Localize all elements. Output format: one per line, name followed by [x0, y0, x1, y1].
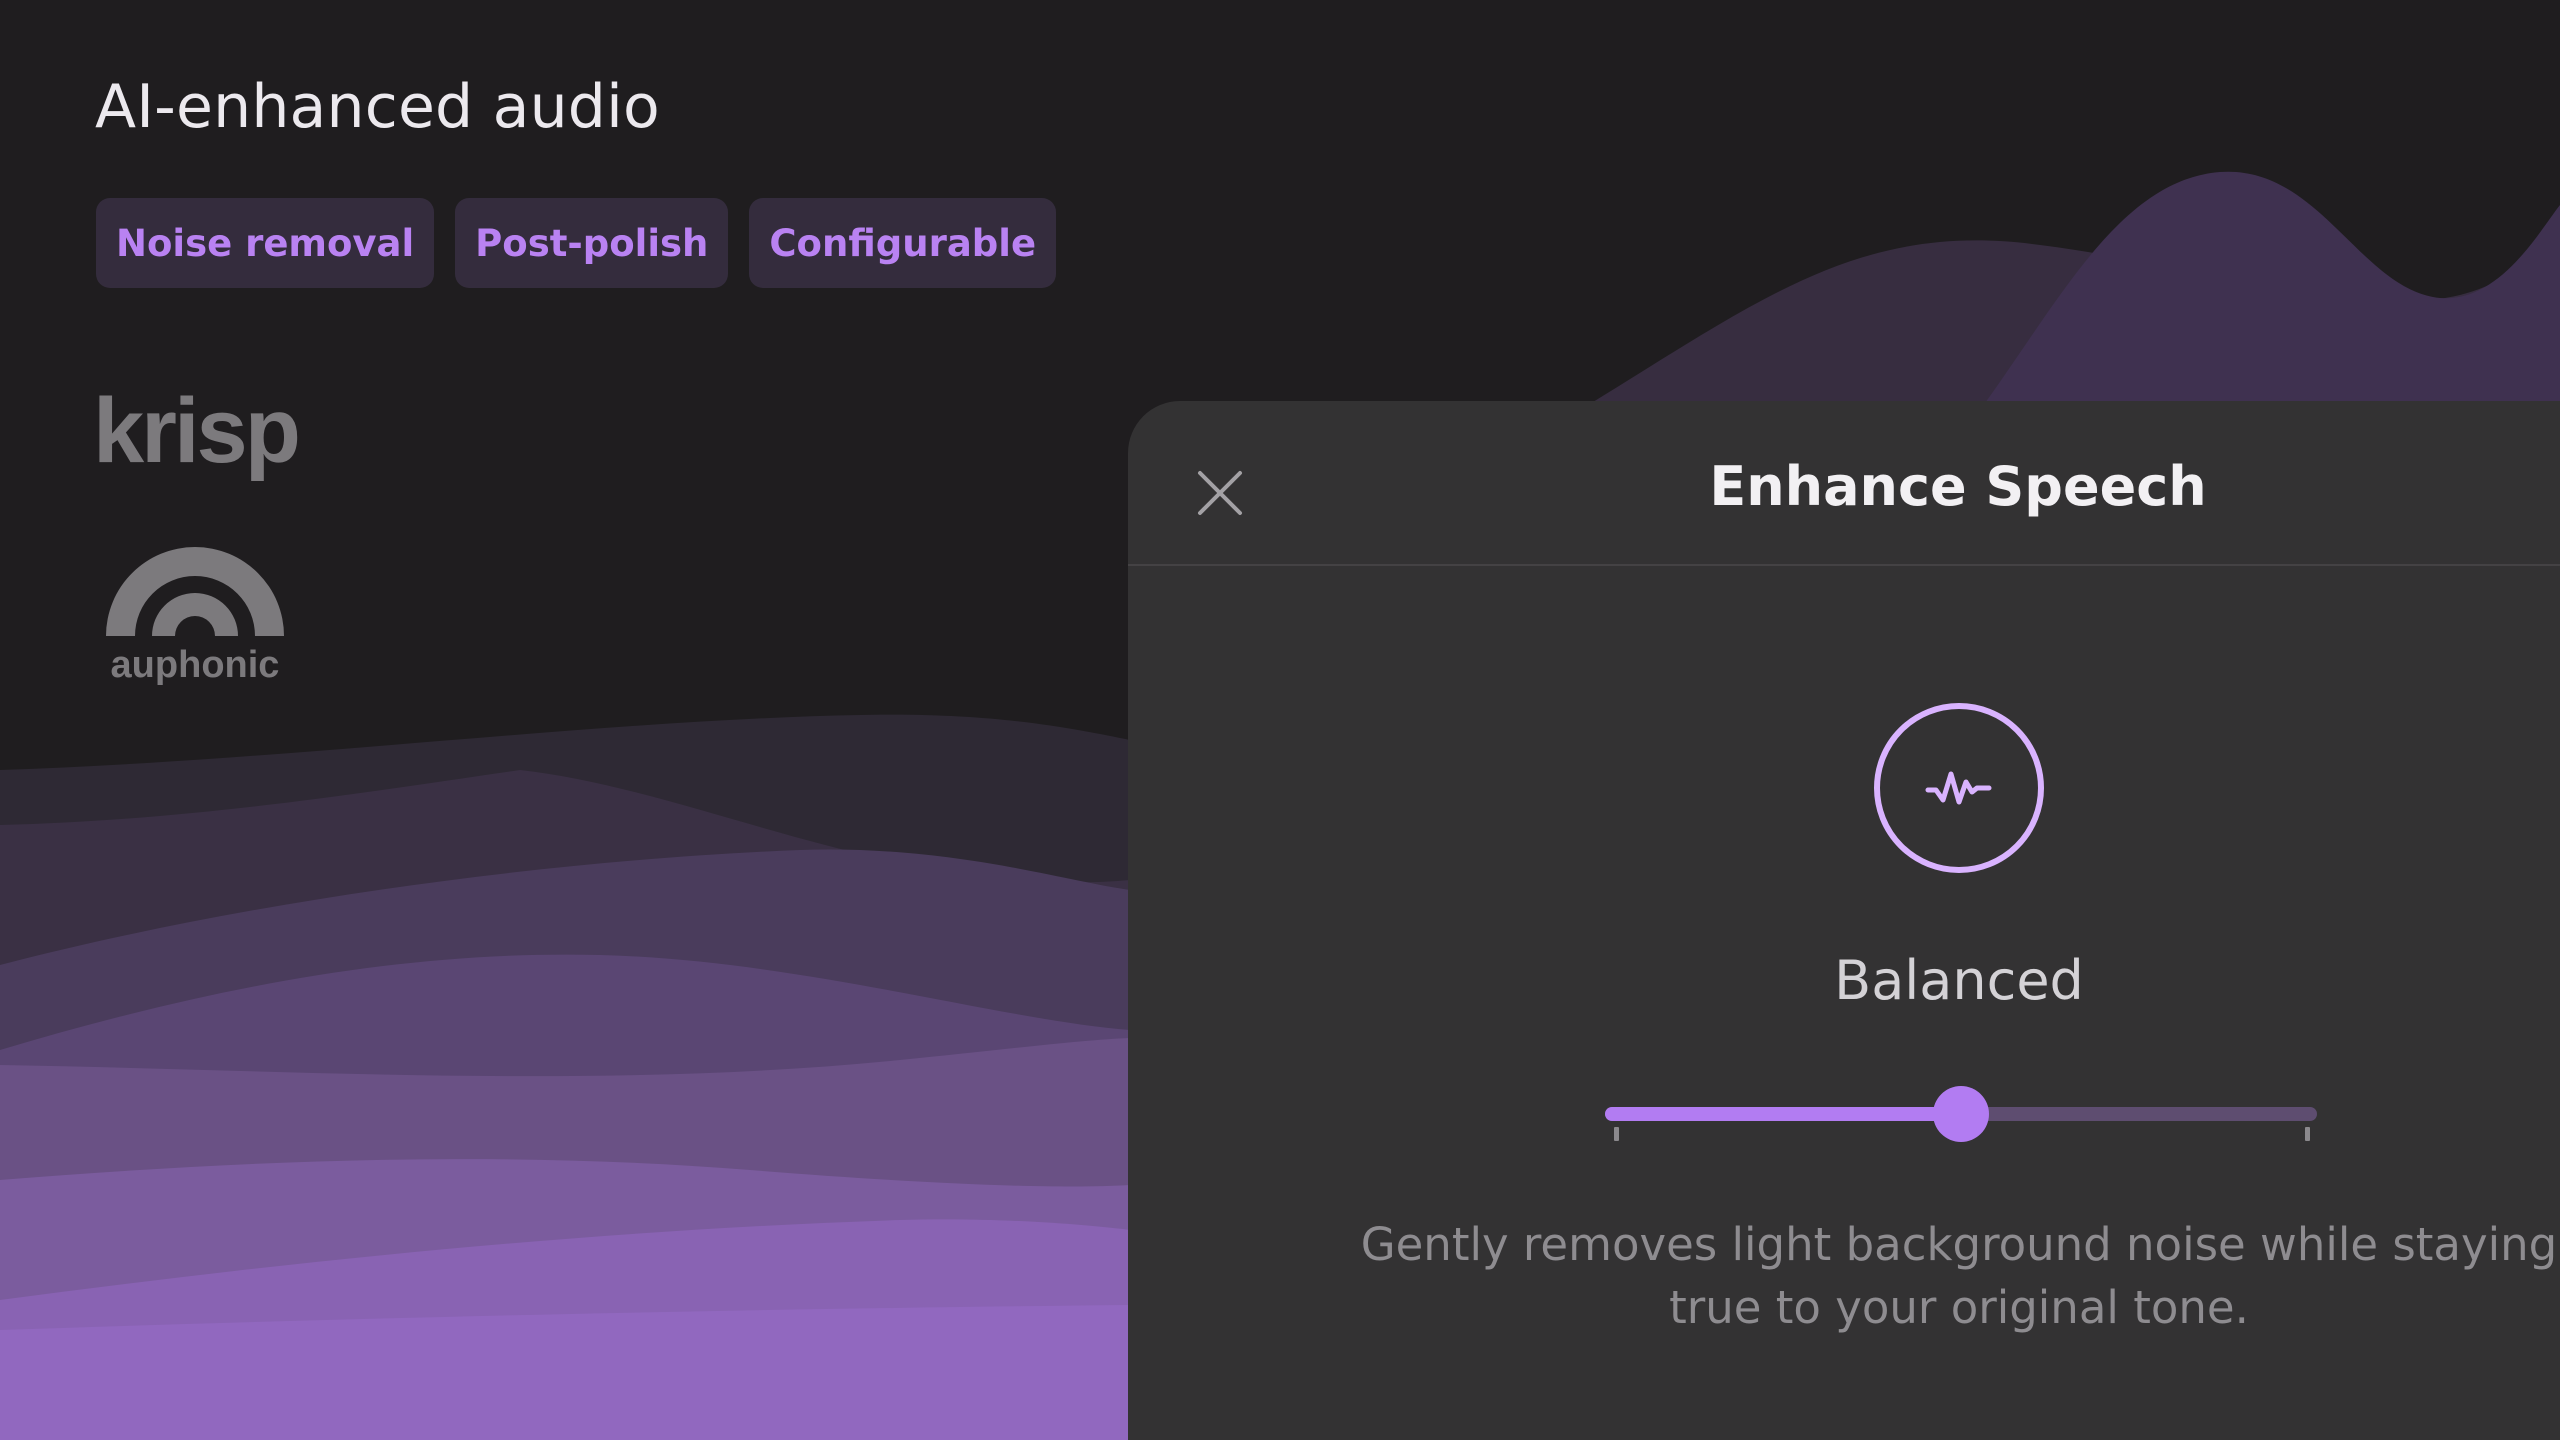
feature-chips: Noise removal Post-polish Configurable	[96, 198, 1057, 288]
chip-post-polish: Post-polish	[455, 198, 729, 288]
app-root: AI-enhanced audio Noise removal Post-pol…	[0, 0, 2560, 1440]
auphonic-logo-text: auphonic	[111, 644, 280, 686]
panel-title: Enhance Speech	[1709, 455, 2207, 518]
page-headline: AI-enhanced audio	[95, 72, 660, 142]
wave-top-right-2	[1980, 171, 2560, 410]
wave-band-8	[0, 1305, 1130, 1440]
krisp-logo-text: krisp	[93, 382, 298, 482]
enhance-strength-slider[interactable]	[1605, 1077, 2325, 1167]
chip-noise-removal: Noise removal	[96, 198, 435, 288]
slider-fill	[1605, 1107, 1961, 1121]
speech-waveform-icon	[1874, 703, 2044, 873]
mode-description: Gently removes light background noise wh…	[1360, 1218, 2558, 1334]
chip-configurable: Configurable	[749, 198, 1057, 288]
auphonic-arc-inner	[152, 593, 238, 636]
enhance-speech-panel: Enhance Speech Balanced Gently removes l…	[1128, 401, 2560, 1440]
auphonic-arc-outer	[106, 547, 284, 636]
mode-label: Balanced	[1834, 949, 2084, 1012]
panel-header: Enhance Speech	[1128, 401, 2560, 566]
krisp-logo: krisp	[93, 382, 301, 482]
auphonic-logo: auphonic	[106, 547, 284, 686]
slider-tick-max	[2305, 1127, 2310, 1141]
slider-tick-min	[1614, 1127, 1619, 1141]
slider-thumb[interactable]	[1933, 1086, 1989, 1142]
